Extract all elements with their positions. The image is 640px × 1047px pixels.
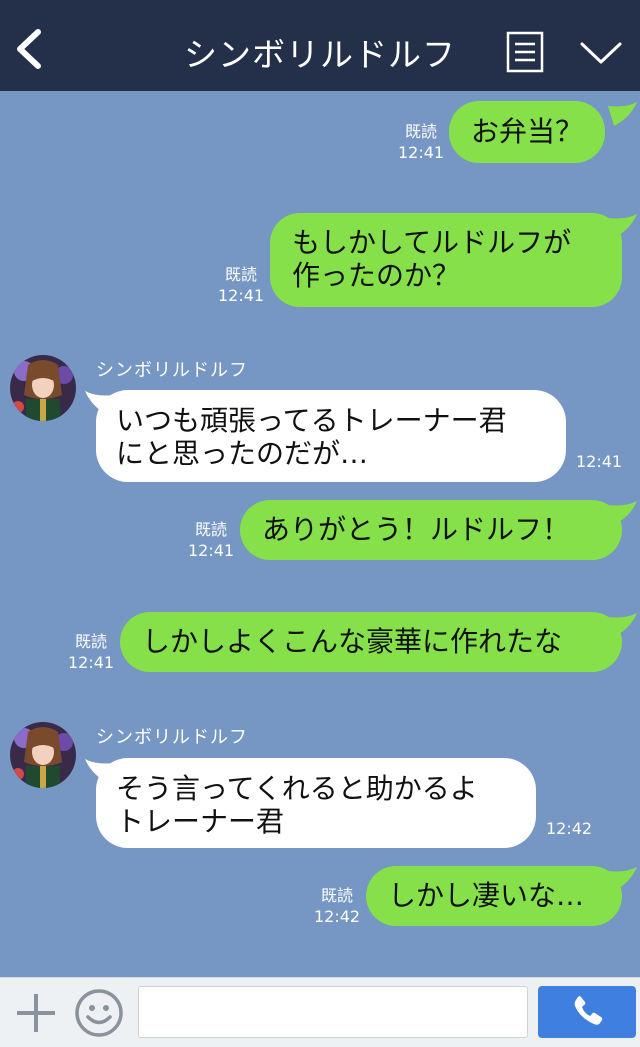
message-bubble[interactable]: ありがとう！ルドルフ！ — [240, 500, 622, 560]
message-time: 12:41 — [68, 653, 115, 672]
bubble-tail — [608, 102, 637, 126]
message-bubble[interactable]: もしかしてルドルフが 作ったのか？ — [270, 213, 622, 307]
message-line: もしかしてルドルフが — [292, 226, 572, 259]
message-bubble[interactable]: いつも頑張ってるトレーナー君 にと思ったのだが… — [96, 390, 566, 482]
plus-icon — [17, 994, 55, 1032]
chat-area[interactable]: 既読 12:41 お弁当？ 既読 12:41 もしかしてルドルフが 作ったのか？ — [0, 91, 640, 977]
message-line: ありがとう！ルドルフ！ — [262, 513, 571, 546]
phone-icon — [574, 996, 603, 1025]
chat-title: シンボリルドルフ — [184, 35, 456, 74]
read-receipt: 既読 — [75, 632, 108, 651]
message-bubble[interactable]: お弁当？ — [449, 101, 606, 163]
menu-icon — [506, 31, 544, 73]
read-receipt: 既読 — [405, 122, 438, 141]
message-meta: 既読 12:42 — [314, 885, 360, 927]
avatar[interactable] — [10, 355, 76, 421]
avatar-image — [10, 722, 76, 788]
message-line: 作ったのか？ — [292, 259, 461, 292]
message-meta: 既読 12:41 — [218, 264, 264, 306]
read-receipt: 既読 — [195, 520, 228, 539]
sender-name: シンボリルドルフ — [96, 360, 248, 381]
avatar-image — [10, 355, 76, 421]
message-line: しかし凄いな… — [388, 879, 585, 912]
message-time: 12:41 — [576, 452, 623, 471]
message-time: 12:42 — [546, 819, 593, 838]
message-line: にと思ったのだが… — [116, 437, 369, 470]
call-button[interactable] — [538, 986, 636, 1038]
smiley-icon — [75, 989, 123, 1037]
input-bar — [0, 977, 640, 1047]
sender-name: シンボリルドルフ — [96, 727, 248, 748]
bubble-tail — [608, 501, 637, 525]
message-bubble[interactable]: しかしよくこんな豪華に作れたな — [120, 612, 622, 672]
chat-header: シンボリルドルフ — [0, 0, 640, 91]
read-receipt: 既読 — [321, 886, 354, 905]
message-time: 12:41 — [188, 541, 235, 560]
message-time: 12:41 — [398, 143, 445, 162]
message-meta: 既読 12:41 — [398, 121, 444, 163]
menu-button[interactable] — [506, 31, 544, 73]
message-line: そう言ってくれると助かるよ — [116, 772, 478, 805]
bubble-tail — [608, 214, 637, 238]
message-meta: 既読 12:41 — [188, 519, 234, 561]
bubble-tail — [608, 867, 637, 891]
bubble-tail — [608, 613, 637, 637]
collapse-button[interactable] — [578, 38, 624, 68]
chevron-down-icon — [580, 42, 622, 64]
message-line: お弁当？ — [471, 115, 584, 148]
message-line: いつも頑張ってるトレーナー君 — [116, 404, 507, 437]
message-bubble[interactable]: しかし凄いな… — [366, 866, 622, 926]
avatar[interactable] — [10, 722, 76, 788]
message-time: 12:41 — [218, 286, 265, 305]
message-bubble[interactable]: そう言ってくれると助かるよ トレーナー君 — [96, 758, 536, 848]
message-meta: 既読 12:41 — [68, 631, 114, 673]
message-line: トレーナー君 — [116, 805, 285, 838]
message-line: しかしよくこんな豪華に作れたな — [142, 625, 563, 658]
add-button[interactable] — [14, 991, 58, 1035]
emoji-button[interactable] — [74, 988, 124, 1038]
read-receipt: 既読 — [225, 265, 258, 284]
message-input[interactable] — [138, 986, 528, 1038]
message-time: 12:42 — [314, 907, 361, 926]
